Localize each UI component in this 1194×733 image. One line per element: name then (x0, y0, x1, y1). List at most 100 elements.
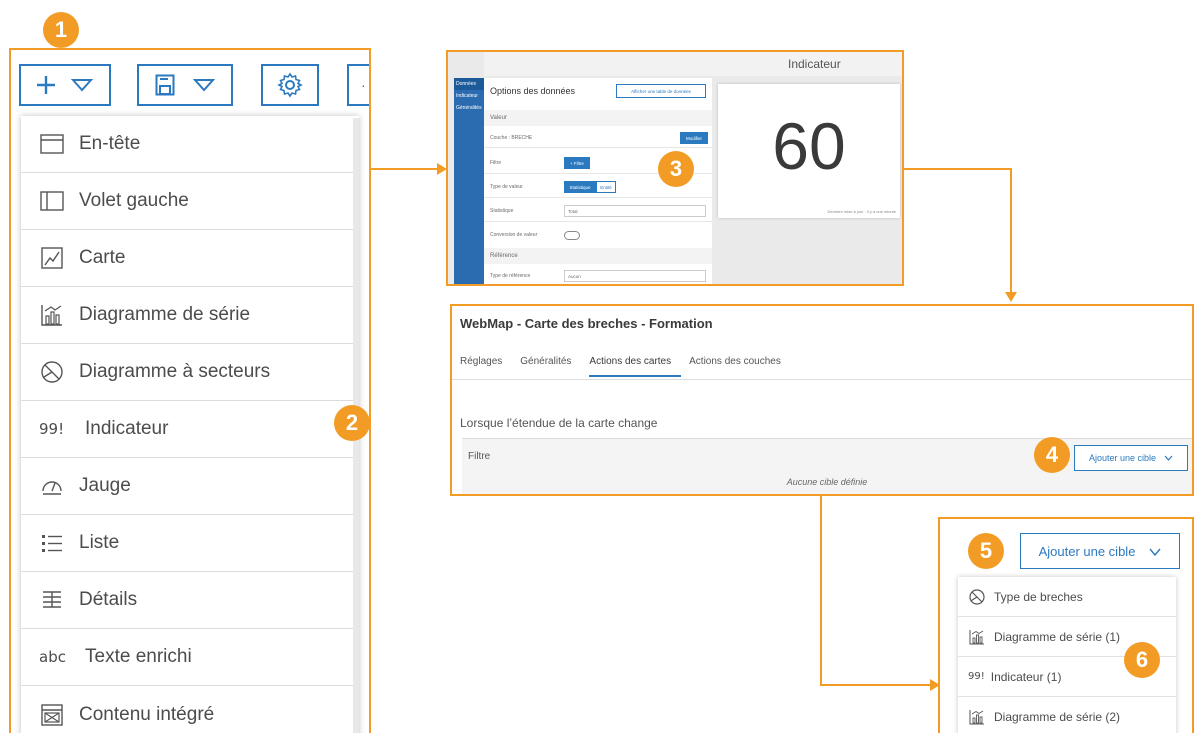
menu-item-serial-chart[interactable]: Diagramme de série (21, 287, 359, 344)
menu-item-label: Indicateur (85, 418, 169, 439)
menu-item-side-panel[interactable]: Volet gauche (21, 173, 359, 230)
indicator-preview-card: 60 Dernière mise à jour : il y a une min… (718, 84, 900, 218)
step-badge-1: 1 (43, 12, 79, 48)
last-update-text: Dernière mise à jour : il y a une minute (827, 209, 896, 214)
target-item-label: Diagramme de série (2) (994, 710, 1121, 724)
step-badge-2: 2 (334, 405, 370, 441)
indicator-icon: 99! (968, 671, 985, 682)
reference-type-value: Aucun (568, 273, 581, 279)
menu-item-label: Liste (79, 532, 120, 553)
connector-line (371, 168, 441, 170)
add-filter-button[interactable]: + Filtre (564, 157, 590, 169)
pie-chart-icon (968, 588, 986, 606)
connector-line (820, 684, 932, 686)
connector-arrow (1005, 292, 1017, 302)
add-widget-menu: En-tête Volet gauche Carte Diagramme de … (21, 116, 359, 733)
sidebar-item-data[interactable]: Données (454, 78, 484, 90)
target-item-label: Indicateur (1) (990, 669, 1062, 684)
conversion-toggle[interactable] (564, 231, 580, 240)
indicator-title-bar: Indicateur (484, 52, 902, 76)
layer-label: Couche : BRECHE (490, 135, 533, 141)
connector-line (1010, 168, 1012, 294)
reference-type-select[interactable]: Aucun (564, 270, 706, 282)
value-type-statistic-button[interactable]: Statistique (564, 181, 596, 193)
menu-item-rich-text[interactable]: abc Texte enrichi (21, 629, 359, 686)
section-value-title: Valeur (490, 115, 507, 121)
section-reference-title: Référence (490, 253, 518, 259)
tabs-divider (452, 379, 1192, 380)
serial-chart-icon (39, 302, 65, 328)
tab-layer-actions[interactable]: Actions des couches (689, 356, 791, 377)
menu-item-label: Contenu intégré (79, 703, 215, 725)
sidebar-item-general[interactable]: Généralités (454, 102, 484, 114)
add-target-button[interactable]: Ajouter une cible (1020, 533, 1180, 569)
tab-general[interactable]: Généralités (520, 356, 581, 377)
tab-settings[interactable]: Réglages (460, 356, 512, 377)
filter-action-box: Filtre Ajouter une cible Aucune cible dé… (462, 438, 1192, 494)
add-target-label: Ajouter une cible (1038, 543, 1136, 559)
header-icon (39, 131, 65, 157)
menu-item-gauge[interactable]: Jauge (21, 458, 359, 515)
plus-icon (35, 74, 57, 96)
statistic-select[interactable]: Total (564, 205, 706, 217)
chevron-down-icon (1164, 453, 1173, 463)
step-badge-4: 4 (1034, 437, 1070, 473)
menu-item-label: Diagramme à secteurs (79, 361, 271, 382)
extent-change-label: Lorsque l’étendue de la carte change (460, 416, 658, 430)
menu-item-header[interactable]: En-tête (21, 116, 359, 173)
target-item-label: Diagramme de série (1) (994, 629, 1121, 644)
chevron-down-icon[interactable] (71, 78, 93, 92)
sidebar-item-indicator[interactable]: Indicateur (454, 90, 484, 102)
target-item-serial-chart-2[interactable]: Diagramme de série (2) (958, 697, 1176, 733)
filter-label: Filtre (490, 160, 502, 166)
target-item-breach-types[interactable]: Type de breches (958, 577, 1176, 617)
step-badge-5: 5 (968, 533, 1004, 569)
target-item-label: Type de breches (994, 589, 1083, 604)
menu-item-details[interactable]: Détails (21, 572, 359, 629)
menu-item-list[interactable]: Liste (21, 515, 359, 572)
pie-chart-icon (39, 359, 65, 385)
connector-line (904, 168, 1012, 170)
details-icon (39, 587, 65, 613)
value-type-label: Type de valeur (490, 184, 523, 190)
tab-map-actions[interactable]: Actions des cartes (589, 356, 682, 377)
webmap-tabs: Réglages Généralités Actions des cartes … (460, 356, 799, 377)
indicator-icon: 99! (39, 420, 65, 438)
menu-item-map[interactable]: Carte (21, 230, 359, 287)
gauge-icon (39, 473, 65, 499)
filter-action-label: Filtre (468, 451, 491, 462)
reference-type-label: Type de référence (490, 273, 531, 279)
chevron-down-icon[interactable] (193, 78, 215, 92)
data-options-heading: Options des données (490, 86, 576, 96)
menu-item-label: Texte enrichi (85, 646, 192, 667)
more-button[interactable]: · (347, 64, 369, 106)
conversion-label: Conversion de valeur (490, 232, 538, 238)
menu-item-label: Volet gauche (79, 190, 189, 211)
save-button[interactable] (137, 64, 233, 106)
map-icon (39, 245, 65, 271)
statistic-value: Total (568, 208, 578, 214)
modify-layer-button[interactable]: Modifier (680, 132, 708, 144)
chevron-down-icon (1149, 544, 1161, 559)
webmap-config-panel: WebMap - Carte des breches - Formation R… (450, 304, 1194, 496)
step-badge-6: 6 (1124, 642, 1160, 678)
step-badge-3: 3 (658, 151, 694, 187)
add-widget-button[interactable] (19, 64, 111, 106)
more-icon: · (361, 77, 366, 93)
serial-chart-icon (968, 708, 986, 726)
menu-item-embedded-content[interactable]: Contenu intégré (21, 686, 359, 733)
settings-button[interactable] (261, 64, 319, 106)
menu-item-pie-chart[interactable]: Diagramme à secteurs (21, 344, 359, 401)
show-data-table-button[interactable]: Afficher une table de données (616, 84, 706, 98)
menu-item-label: Carte (79, 247, 126, 268)
add-widget-panel: · En-tête Volet gauche Carte Diagramme d… (9, 48, 371, 733)
value-type-feature-button[interactable]: Entité (596, 181, 616, 193)
add-target-button[interactable]: Ajouter une cible (1074, 445, 1188, 471)
side-panel-icon (39, 188, 65, 214)
menu-item-label: Détails (79, 589, 138, 610)
connector-arrow (930, 679, 940, 691)
save-icon (155, 74, 175, 96)
gear-icon (277, 72, 303, 98)
statistic-label: Statistique (490, 208, 514, 214)
menu-item-indicator[interactable]: 99! Indicateur (21, 401, 359, 458)
